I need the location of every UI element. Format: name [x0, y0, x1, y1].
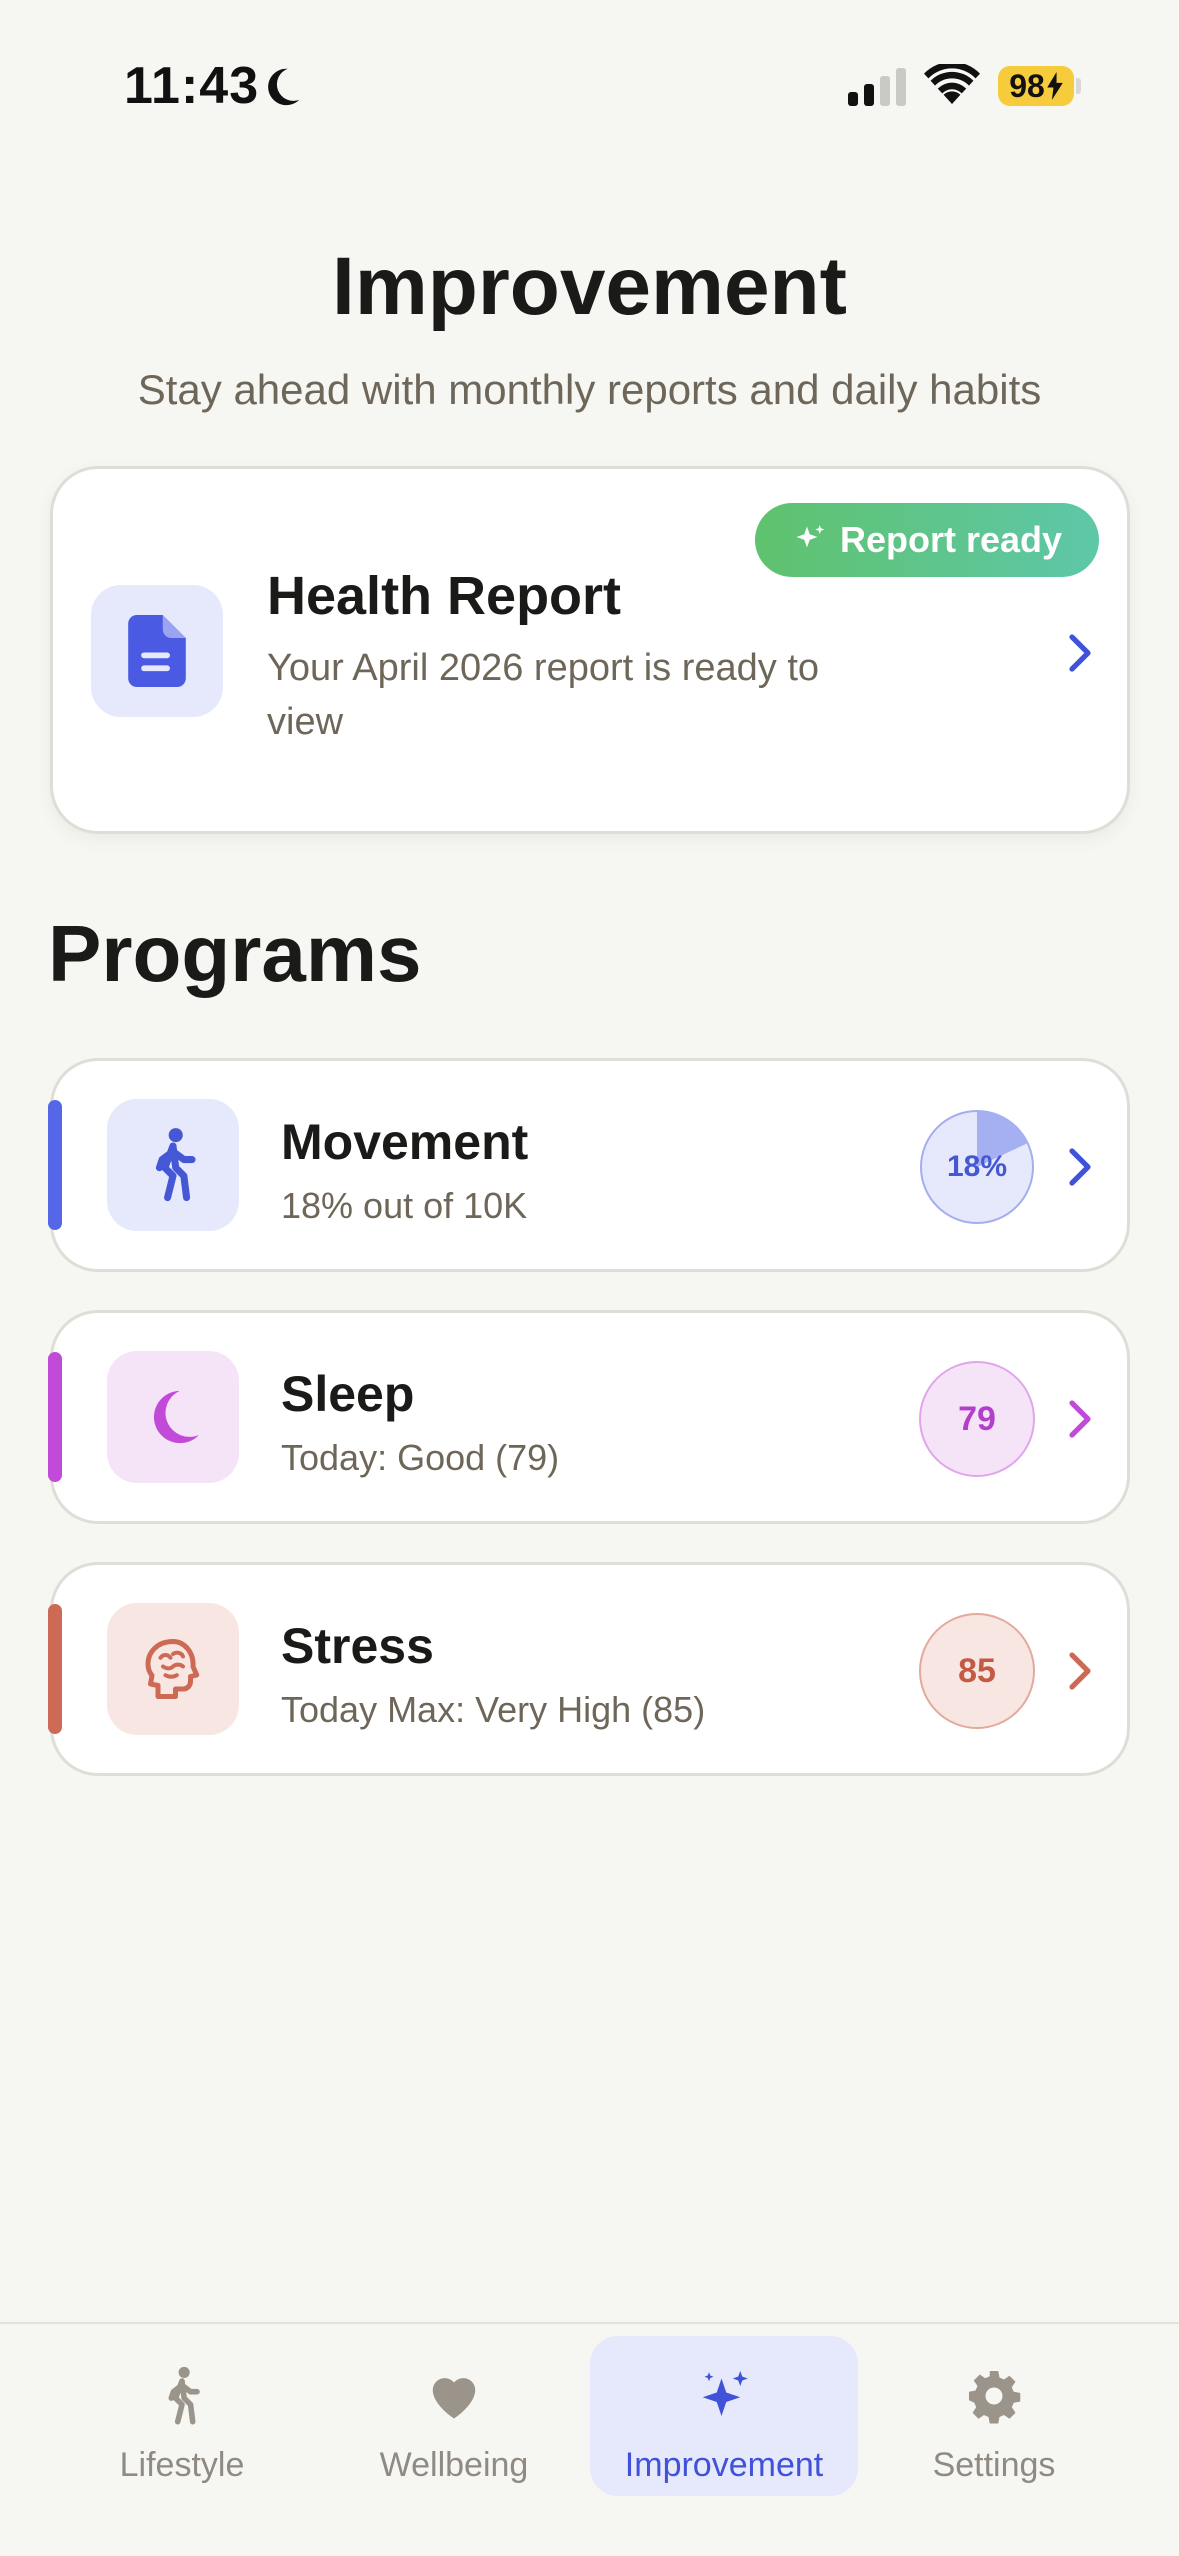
program-card-movement[interactable]: Movement 18% out of 10K 18%	[50, 1058, 1130, 1272]
wifi-icon	[924, 64, 980, 104]
sleep-accent-bar	[48, 1352, 62, 1482]
chevron-right-icon	[1069, 634, 1091, 672]
report-ready-badge: Report ready	[755, 503, 1099, 577]
brain-icon	[145, 1639, 200, 1699]
status-time: 11:43	[124, 57, 260, 115]
tab-lifestyle[interactable]: Lifestyle	[48, 2336, 316, 2496]
report-title: Health Report	[267, 566, 622, 626]
status-bar: 11:43 98	[0, 0, 1179, 170]
tab-label: Improvement	[624, 2446, 824, 2484]
program-score: 79	[919, 1361, 1035, 1477]
gear-icon	[969, 2371, 1021, 2424]
program-card-stress[interactable]: Stress Today Max: Very High (85) 85	[50, 1562, 1130, 1776]
report-badge-label: Report ready	[839, 519, 1063, 560]
movement-accent-bar	[48, 1100, 62, 1230]
program-card-sleep[interactable]: Sleep Today: Good (79) 79	[50, 1310, 1130, 1524]
chevron-right-icon	[1069, 1148, 1091, 1186]
document-icon	[128, 615, 186, 687]
battery-tip	[1076, 78, 1081, 94]
program-detail: 18% out of 10K	[281, 1185, 528, 1226]
sleep-icon-tile	[107, 1351, 239, 1483]
chevron-right-icon	[1069, 1400, 1091, 1438]
stress-accent-bar	[48, 1604, 62, 1734]
tab-wellbeing[interactable]: Wellbeing	[320, 2336, 588, 2496]
program-score: 18%	[946, 1150, 1008, 1183]
tab-label: Lifestyle	[119, 2446, 245, 2484]
cellular-signal-icon	[848, 68, 906, 106]
tab-improvement[interactable]: Improvement	[590, 2336, 858, 2496]
health-report-card[interactable]: Report ready Health Report Your April 20…	[50, 466, 1130, 834]
walking-icon	[168, 2366, 200, 2425]
program-name: Stress	[281, 1618, 434, 1674]
tab-label: Settings	[932, 2446, 1056, 2484]
program-detail: Today: Good (79)	[281, 1437, 560, 1478]
battery-level: 98	[1009, 67, 1045, 104]
tab-label: Wellbeing	[379, 2446, 529, 2484]
tab-settings[interactable]: Settings	[860, 2336, 1128, 2496]
tab-bar: Lifestyle Wellbeing Improvement Settings	[0, 2322, 1179, 2556]
program-score: 85	[919, 1613, 1035, 1729]
battery-indicator: 98	[998, 66, 1074, 106]
page-subtitle: Stay ahead with monthly reports and dail…	[137, 366, 1042, 413]
programs-section-title: Programs	[48, 909, 422, 998]
do-not-disturb-moon-icon	[268, 68, 300, 106]
program-name: Sleep	[281, 1366, 415, 1422]
chevron-right-icon	[1069, 1652, 1091, 1690]
sparkles-icon	[702, 2371, 748, 2416]
moon-icon	[153, 1390, 200, 1444]
movement-icon-tile	[107, 1099, 239, 1231]
report-icon-tile	[91, 585, 223, 717]
program-name: Movement	[281, 1114, 529, 1170]
page-title: Improvement	[332, 241, 847, 332]
walking-icon	[155, 1128, 196, 1202]
sparkle-icon	[796, 525, 825, 548]
program-detail: Today Max: Very High (85)	[281, 1689, 706, 1730]
charging-bolt-icon	[1047, 72, 1063, 100]
report-description: Your April 2026 report is ready to view	[267, 647, 820, 743]
stress-icon-tile	[107, 1603, 239, 1735]
heart-icon	[432, 2378, 476, 2419]
